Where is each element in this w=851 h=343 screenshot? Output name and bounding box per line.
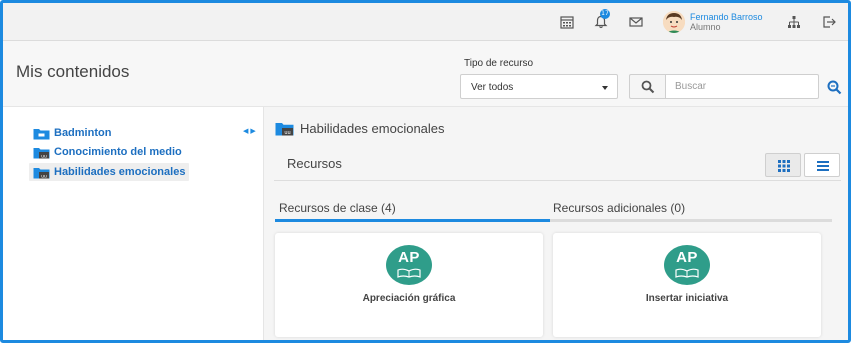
page-title: Mis contenidos — [16, 62, 130, 81]
resource-title: Apreciación gráfica — [362, 293, 456, 304]
resource-card[interactable]: AP Insertar iniciativa — [553, 233, 821, 337]
page-header: Mis contenidos Tipo de recurso Ver todos — [3, 41, 848, 107]
tab-recursos-adicionales[interactable]: Recursos adicionales (0) — [553, 201, 685, 215]
collapse-sidebar-icon[interactable]: ◀▶ — [243, 127, 258, 135]
top-bar: 17 Fernando Barroso Alumno — [3, 3, 848, 41]
logout-icon[interactable] — [822, 15, 836, 29]
sidebar-item-conocimiento-del-medio[interactable]: uu Conocimiento del medio — [29, 143, 186, 161]
notification-badge: 17 — [600, 9, 610, 19]
sidebar-item-badminton[interactable]: Badminton — [29, 124, 115, 142]
avatar[interactable] — [663, 11, 685, 33]
sitemap-icon[interactable] — [787, 15, 801, 29]
book-icon — [675, 268, 699, 278]
sidebar-item-label: Conocimiento del medio — [54, 146, 182, 158]
search-input[interactable] — [665, 74, 819, 99]
tab-active-indicator — [275, 219, 550, 222]
user-name[interactable]: Fernando Barroso — [690, 12, 763, 22]
tab-inactive-indicator — [550, 219, 832, 222]
search-icon — [641, 80, 655, 94]
user-role: Alumno — [690, 22, 721, 32]
sidebar-item-habilidades-emocionales[interactable]: uu Habilidades emocionales — [29, 163, 190, 181]
breadcrumb: uu Habilidades emocionales — [275, 121, 445, 136]
folder-shared-icon: uu — [33, 147, 50, 159]
resource-type-label: Tipo de recurso — [464, 58, 534, 69]
sidebar: Badminton uu Conocimiento del medio uu H… — [3, 107, 264, 340]
zoom-search-icon[interactable] — [827, 80, 842, 95]
list-icon — [817, 161, 829, 171]
section-title: Recursos — [287, 156, 342, 171]
folder-icon — [33, 128, 50, 139]
resource-type-select[interactable]: Ver todos — [460, 74, 618, 99]
folder-shared-icon: uu — [275, 123, 294, 136]
resource-badge: AP — [386, 245, 432, 285]
app-frame: 17 Fernando Barroso Alumno Mis contenido… — [0, 0, 851, 343]
sidebar-item-label: Habilidades emocionales — [54, 166, 186, 178]
search-button[interactable] — [629, 74, 665, 99]
tab-recursos-de-clase[interactable]: Recursos de clase (4) — [279, 201, 396, 215]
sidebar-item-label: Badminton — [54, 127, 112, 139]
main-content: uu Habilidades emocionales Recursos Recu… — [264, 107, 848, 340]
grid-icon — [778, 160, 790, 172]
resource-title: Insertar iniciativa — [645, 293, 729, 304]
resource-type-value: Ver todos — [471, 82, 514, 93]
list-view-button[interactable] — [804, 153, 840, 177]
book-icon — [397, 268, 421, 278]
mail-icon[interactable] — [629, 15, 643, 29]
grid-view-button[interactable] — [765, 153, 801, 177]
svg-text:uu: uu — [41, 154, 47, 159]
svg-text:uu: uu — [284, 130, 290, 136]
chevron-down-icon — [602, 86, 608, 90]
svg-text:uu: uu — [41, 174, 47, 179]
resource-card[interactable]: AP Apreciación gráfica — [275, 233, 543, 337]
calendar-icon[interactable] — [560, 15, 574, 29]
resource-badge: AP — [664, 245, 710, 285]
resources-header: Recursos — [274, 149, 841, 181]
folder-shared-icon: uu — [33, 167, 50, 179]
breadcrumb-current: Habilidades emocionales — [300, 121, 445, 136]
